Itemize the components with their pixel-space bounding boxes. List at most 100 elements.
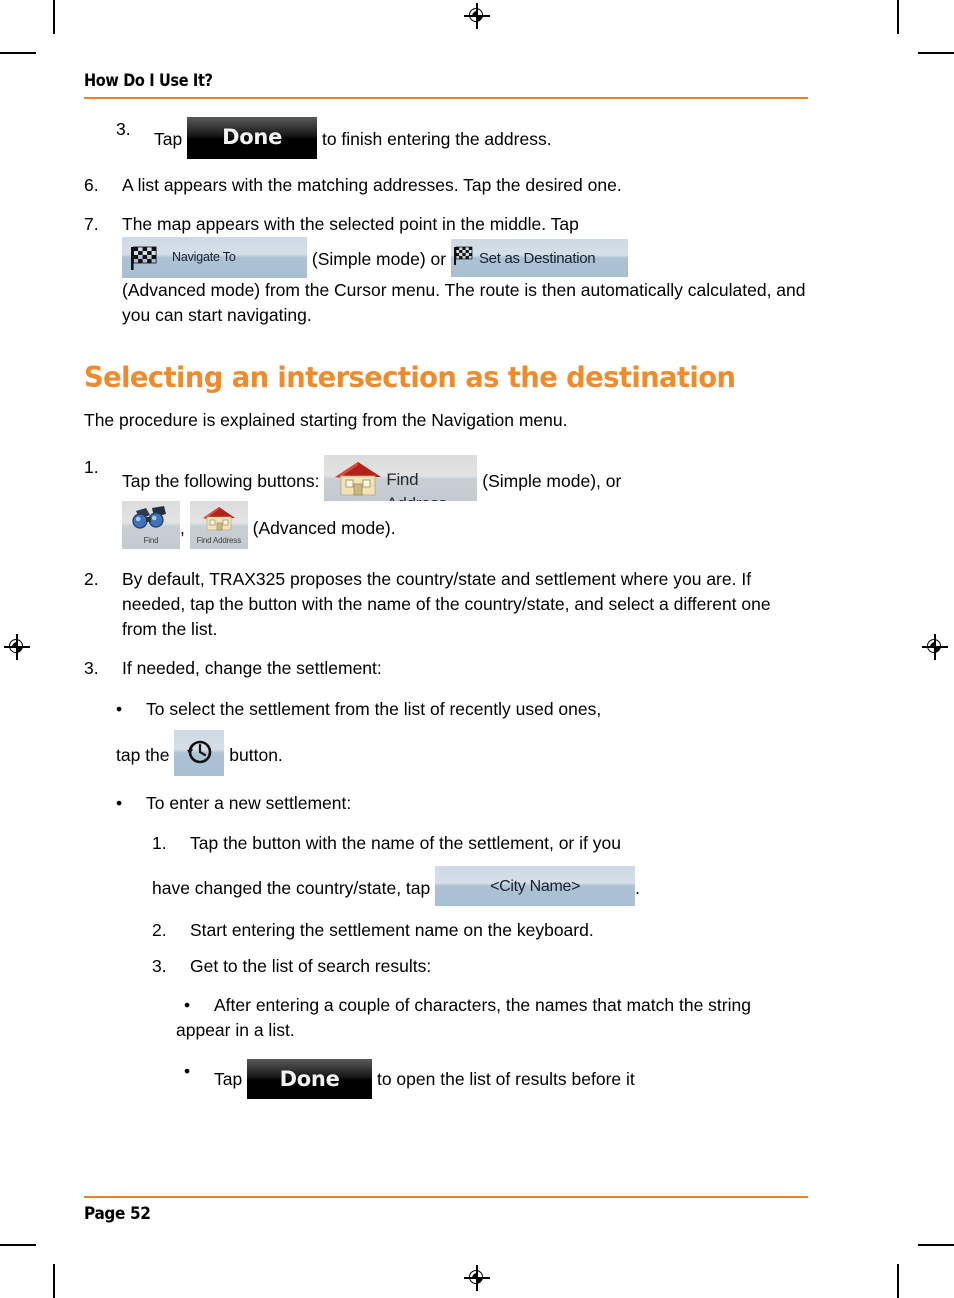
bullet1-tail: button. [229,745,283,766]
find-address-button-label: Find Address [386,470,447,501]
crop-mark-top-left-vertical [53,0,55,34]
find-button-label: Find [143,535,159,545]
header-rule [84,97,808,100]
done-button-label: Done [222,125,283,150]
registration-mark-bottom [464,1265,490,1291]
list-text: Tap the button with the name of the sett… [190,831,808,856]
list-marker: 2. [152,920,167,941]
list-text: Tap Done to open the list of results bef… [214,1059,808,1100]
city-name-button-label: <City Name> [490,878,581,896]
city-name-button[interactable]: <City Name> [435,866,636,907]
registration-mark-right [922,634,948,660]
house-icon [335,462,382,496]
list-text: After entering a couple of characters, t… [176,993,808,1043]
house-icon [202,507,235,531]
page-number: Page 52 [84,1204,151,1224]
step-text-after: to finish entering the address. [321,129,552,150]
list-item-step-7: 7. The map appears with the selected poi… [84,212,808,328]
item1-comma: , [180,518,185,539]
substep1-cont: have changed the country/state, tap [152,878,431,899]
binoculars-icon [132,506,166,529]
list-item-section-2: 2. By default, TRAX325 proposes the coun… [84,567,808,642]
registration-mark-top [464,3,490,29]
section-heading: Selecting an intersection as the destina… [84,361,736,395]
running-header: How Do I Use It? [84,71,213,90]
substep-1-continuation: have changed the country/state, tap <Cit… [152,866,808,907]
find-address-small-button[interactable]: Find Address [189,501,248,550]
list-text: By default, TRAX325 proposes the country… [122,569,771,640]
list-item-subbullet-1: • After entering a couple of characters,… [176,993,808,1043]
crop-mark-bottom-right-horizontal [918,1244,954,1246]
list-text: The map appears with the selected point … [122,212,808,328]
history-button[interactable] [174,730,225,777]
find-button[interactable]: Find [122,501,180,550]
list-item-bullet-1: • To select the settlement from the list… [116,697,808,722]
done-button[interactable]: Done [187,117,318,160]
list-marker: 2. [84,569,99,590]
substep1-lead: Tap the button with the name of the sett… [190,833,621,854]
list-text: Tap Done to finish entering the address. [154,117,808,160]
manual-page: How Do I Use It? 3. Tap Done to finish e… [0,0,954,1298]
list-text: To select the settlement from the list o… [146,697,808,722]
navigate-to-button-label: Navigate To [172,250,236,265]
list-item-substep-3: 3. Get to the list of search results: [152,954,808,979]
find-address-button[interactable]: Find Address [324,455,478,502]
subbullet2-lead: Tap [214,1069,243,1090]
done-button[interactable]: Done [247,1059,373,1100]
checkered-flag-icon [131,246,157,271]
list-text: To enter a new settlement: [146,793,352,814]
done-button-label: Done [279,1067,340,1092]
list-text: Start entering the settlement name on th… [190,920,594,941]
list-text: If needed, change the settlement: [122,658,382,679]
crop-mark-top-right-horizontal [918,52,954,54]
crop-mark-top-right-vertical [897,0,899,34]
step-text-before: Tap [154,129,183,150]
list-text: Get to the list of search results: [190,956,432,977]
list-marker: 3. [152,956,167,977]
list-marker: 3. [116,119,131,140]
set-as-destination-button-label: Set as Destination [478,250,596,268]
list-marker: 6. [84,175,99,196]
navigate-to-button[interactable]: Navigate To [122,237,307,279]
step7-lead: The map appears with the selected point … [122,214,579,235]
list-item-step-6: 6. A list appears with the matching addr… [84,173,808,198]
bullet-marker: • [184,1061,191,1082]
bullet1-lead: To select the settlement from the list o… [146,699,602,720]
crop-mark-bottom-left-horizontal [0,1244,36,1246]
section-intro: The procedure is explained starting from… [84,410,568,431]
subbullet2-tail: to open the list of results before it [376,1069,635,1090]
list-item-step-3: 3. Tap Done to finish entering the addre… [116,117,808,160]
step7-mid: (Simple mode) or [311,249,447,270]
list-marker: 1. [152,833,167,854]
step7-tail: (Advanced mode) from the Cursor menu. Th… [122,280,806,326]
list-item-section-1: 1. Tap the following buttons: Find Addre… [84,455,808,550]
subbullet1-text: After entering a couple of characters, t… [176,995,751,1041]
list-text: Tap the following buttons: Find Address … [122,455,808,550]
footer-rule [84,1196,808,1198]
list-marker: 3. [84,658,99,679]
list-item-substep-1: 1. Tap the button with the name of the s… [152,831,808,856]
list-item-section-3: 3. If needed, change the settlement: [84,656,808,681]
list-marker: 7. [84,214,99,235]
item1-mid: (Simple mode), or [482,471,622,492]
list-item-subbullet-2: • Tap Done to open the list of results b… [184,1059,808,1100]
crop-mark-top-left-horizontal [0,52,36,54]
history-clock-icon [187,740,212,764]
bullet-1-continuation: tap the button. [116,730,808,777]
crop-mark-bottom-left-vertical [53,1264,55,1298]
set-as-destination-button[interactable]: Set as Destination [450,239,628,278]
substep1-tail: . [635,878,640,899]
list-item-substep-2: 2. Start entering the settlement name on… [152,918,808,943]
registration-mark-left [4,634,30,660]
list-item-bullet-2: • To enter a new settlement: [116,791,808,816]
page-footer: Page 52 [84,1196,808,1224]
page-content: How Do I Use It? 3. Tap Done to finish e… [84,71,808,1100]
list-text: A list appears with the matching address… [122,175,622,196]
bullet1-tap-the: tap the [116,745,170,766]
item1-lead: Tap the following buttons: [122,471,320,492]
item1-tail: (Advanced mode). [252,518,396,539]
find-address-small-button-label: Find Address [196,535,241,545]
list-marker: 1. [84,457,99,478]
bullet-marker: • [116,793,123,814]
bullet-marker: • [116,699,123,720]
